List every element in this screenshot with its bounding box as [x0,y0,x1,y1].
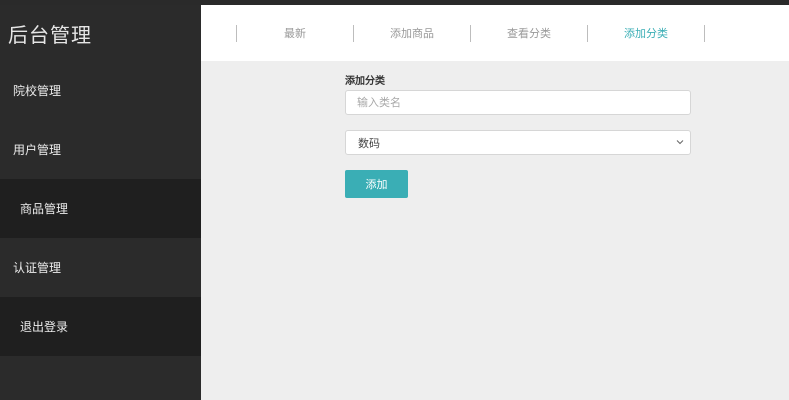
sidebar-item-school-management[interactable]: 院校管理 [0,61,201,120]
tab-latest[interactable]: 最新 [237,25,353,41]
main-content: 最新 添加商品 查看分类 添加分类 添加分类 数码 添加 [201,5,789,400]
sidebar-item-verification-management[interactable]: 认证管理 [0,238,201,297]
sidebar-item-product-management[interactable]: 商品管理 [0,179,201,238]
tab-add-product[interactable]: 添加商品 [354,25,470,41]
tab-add-category[interactable]: 添加分类 [588,25,704,41]
app-title: 后台管理 [8,22,92,47]
sidebar: 后台管理 院校管理 用户管理 商品管理 认证管理 退出登录 [0,5,201,400]
parent-category-select[interactable]: 数码 [345,130,691,155]
form-title: 添加分类 [345,76,385,87]
select-value: 数码 [358,136,380,150]
sidebar-item-logout[interactable]: 退出登录 [0,297,201,356]
category-name-input[interactable] [345,90,691,115]
add-category-form: 添加分类 数码 添加 [345,75,692,198]
chevron-down-icon [676,140,684,145]
add-button[interactable]: 添加 [345,170,408,198]
tab-divider [704,24,705,42]
sidebar-item-user-management[interactable]: 用户管理 [0,120,201,179]
tab-bar: 最新 添加商品 查看分类 添加分类 [201,5,789,61]
sidebar-nav: 院校管理 用户管理 商品管理 认证管理 退出登录 [0,61,201,356]
tab-view-categories[interactable]: 查看分类 [471,25,587,41]
